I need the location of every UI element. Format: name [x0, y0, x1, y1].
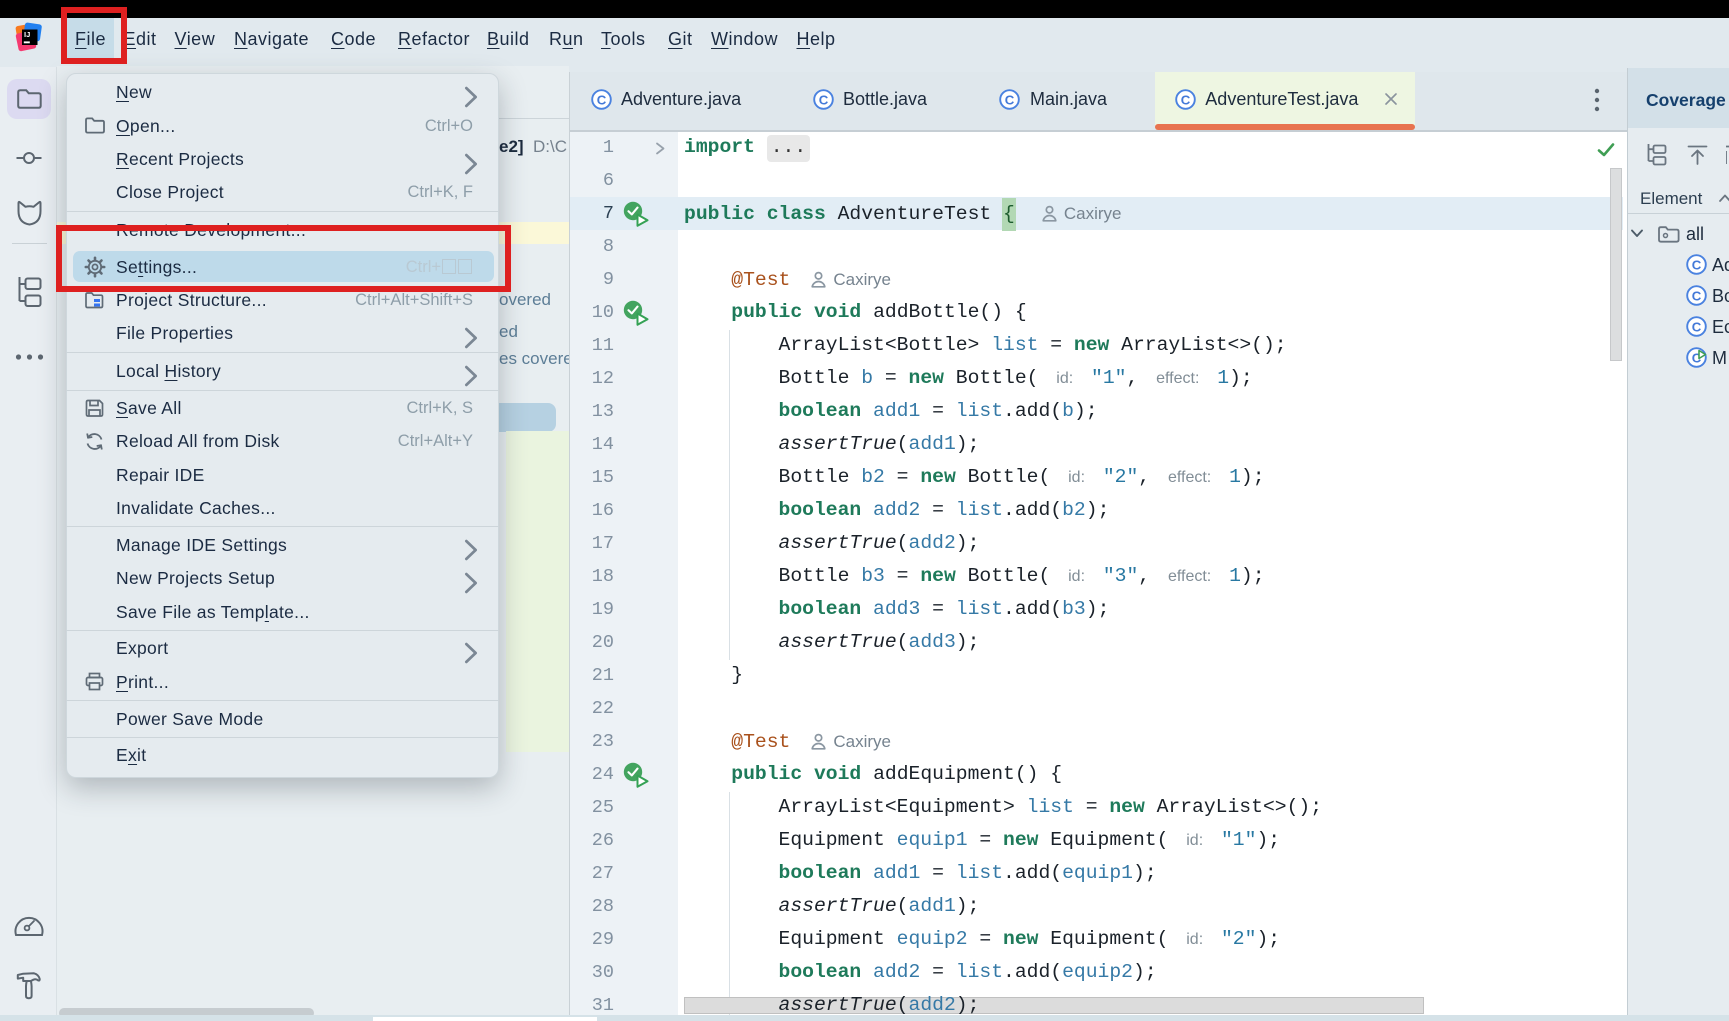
svg-text:C: C [1692, 319, 1702, 334]
svg-text:C: C [1181, 92, 1191, 107]
svg-text:IJ: IJ [24, 30, 30, 39]
svg-text:C: C [596, 92, 606, 107]
svg-text:C: C [819, 92, 829, 107]
svg-text:C: C [1005, 92, 1015, 107]
svg-text:C: C [1692, 288, 1702, 303]
svg-text:C: C [1692, 257, 1702, 272]
